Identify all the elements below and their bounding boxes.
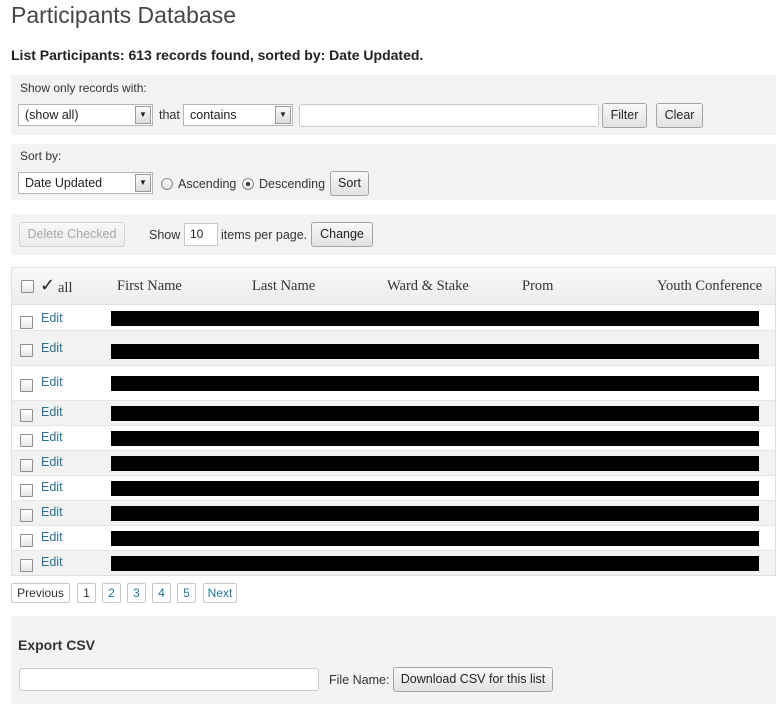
that-label: that <box>159 108 180 122</box>
redacted-content <box>111 506 759 521</box>
table-row: Edit <box>12 476 775 501</box>
sort-panel: Sort by: Date Updated ▼ Ascending Descen… <box>11 144 776 200</box>
table-row: Edit <box>12 426 775 451</box>
download-csv-button[interactable]: Download CSV for this list <box>393 667 553 692</box>
row-checkbox[interactable] <box>20 559 33 572</box>
pagination-page-3[interactable]: 3 <box>127 583 146 603</box>
ascending-label: Ascending <box>178 177 237 191</box>
redacted-content <box>111 531 759 546</box>
clear-button[interactable]: Clear <box>656 103 703 128</box>
redacted-content <box>111 431 759 446</box>
select-all-label: all <box>58 280 73 296</box>
redacted-content <box>111 311 759 326</box>
sort-field-select[interactable]: Date Updated ▼ <box>18 172 153 194</box>
column-header-youth-conference[interactable]: Youth Conference <box>657 278 762 295</box>
filter-search-input[interactable] <box>299 104 599 127</box>
edit-link[interactable]: Edit <box>41 530 63 544</box>
table-row: Edit <box>12 331 775 366</box>
table-row: Edit <box>12 306 775 331</box>
column-header-prom[interactable]: Prom <box>522 278 553 295</box>
column-header-ward-stake[interactable]: Ward & Stake <box>387 278 469 295</box>
sort-label: Sort by: <box>20 149 62 163</box>
sort-field-value: Date Updated <box>25 176 103 190</box>
edit-link[interactable]: Edit <box>41 480 63 494</box>
filter-field-value: (show all) <box>25 108 79 122</box>
redacted-content <box>111 406 759 421</box>
pagination-page-5[interactable]: 5 <box>177 583 196 603</box>
pagination-page-2[interactable]: 2 <box>102 583 121 603</box>
redacted-content <box>111 556 759 571</box>
edit-link[interactable]: Edit <box>41 430 63 444</box>
table-row: Edit <box>12 451 775 476</box>
pagination-page-4[interactable]: 4 <box>152 583 171 603</box>
redacted-content <box>111 376 759 391</box>
check-icon: ✓ <box>40 275 56 295</box>
participants-table: ✓ all First Name Last Name Ward & Stake … <box>11 267 776 576</box>
edit-link[interactable]: Edit <box>41 375 63 389</box>
edit-link[interactable]: Edit <box>41 341 63 355</box>
row-checkbox[interactable] <box>20 509 33 522</box>
actions-panel: Delete Checked Show 10 items per page. C… <box>11 214 776 255</box>
row-checkbox[interactable] <box>20 484 33 497</box>
per-page-input[interactable]: 10 <box>184 223 218 246</box>
export-filename-input[interactable] <box>19 668 319 691</box>
filter-operator-select[interactable]: contains ▼ <box>183 104 293 126</box>
column-header-first-name[interactable]: First Name <box>117 278 182 295</box>
page-title: Participants Database <box>11 2 237 28</box>
table-row: Edit <box>12 551 775 575</box>
pagination-previous[interactable]: Previous <box>11 583 70 603</box>
descending-radio[interactable] <box>242 178 254 190</box>
filter-label: Show only records with: <box>20 81 147 95</box>
row-checkbox[interactable] <box>20 316 33 329</box>
filter-field-select[interactable]: (show all) ▼ <box>18 104 153 126</box>
edit-link[interactable]: Edit <box>41 311 63 325</box>
filter-button[interactable]: Filter <box>602 103 647 128</box>
row-checkbox[interactable] <box>20 379 33 392</box>
records-summary: List Participants: 613 records found, so… <box>11 47 424 63</box>
filter-operator-value: contains <box>190 108 237 122</box>
file-name-label: File Name: <box>329 673 390 687</box>
redacted-content <box>111 481 759 496</box>
row-checkbox[interactable] <box>20 344 33 357</box>
edit-link[interactable]: Edit <box>41 405 63 419</box>
table-row: Edit <box>12 526 775 551</box>
sort-button[interactable]: Sort <box>330 171 369 196</box>
row-checkbox[interactable] <box>20 434 33 447</box>
table-row: Edit <box>12 501 775 526</box>
chevron-down-icon: ▼ <box>275 106 291 124</box>
chevron-down-icon: ▼ <box>135 106 151 124</box>
table-header: ✓ all First Name Last Name Ward & Stake … <box>12 268 775 305</box>
redacted-content <box>111 456 759 471</box>
table-row: Edit <box>12 401 775 426</box>
change-button[interactable]: Change <box>311 222 373 247</box>
column-header-last-name[interactable]: Last Name <box>252 278 315 295</box>
select-all-checkbox[interactable] <box>21 280 34 293</box>
pagination-next[interactable]: Next <box>203 583 237 603</box>
export-csv-title: Export CSV <box>18 637 96 653</box>
ascending-radio[interactable] <box>161 178 173 190</box>
edit-link[interactable]: Edit <box>41 455 63 469</box>
redacted-content <box>111 344 759 359</box>
pagination-page-1: 1 <box>77 583 96 603</box>
edit-link[interactable]: Edit <box>41 555 63 569</box>
chevron-down-icon: ▼ <box>135 174 151 192</box>
show-label: Show <box>149 228 181 242</box>
row-checkbox[interactable] <box>20 534 33 547</box>
edit-link[interactable]: Edit <box>41 505 63 519</box>
table-row: Edit <box>12 366 775 401</box>
filter-panel: Show only records with: (show all) ▼ tha… <box>11 75 776 135</box>
descending-label: Descending <box>259 177 326 191</box>
row-checkbox[interactable] <box>20 459 33 472</box>
per-page-label: items per page. <box>221 228 308 242</box>
delete-checked-button[interactable]: Delete Checked <box>19 222 125 247</box>
row-checkbox[interactable] <box>20 409 33 422</box>
